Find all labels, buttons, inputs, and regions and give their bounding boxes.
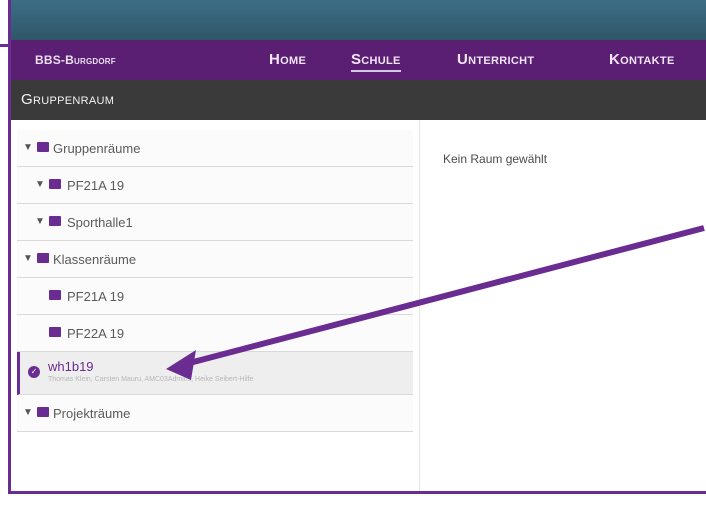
annotation-arrows xyxy=(166,225,705,380)
annotation-arrow xyxy=(177,225,705,369)
arrowhead-icon xyxy=(166,350,196,380)
